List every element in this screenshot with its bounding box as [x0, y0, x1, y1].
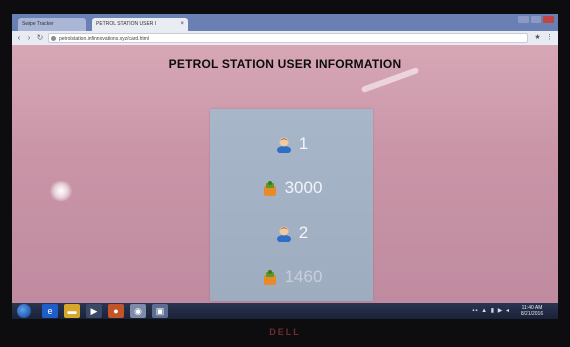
- internet-explorer-icon[interactable]: e: [42, 304, 58, 318]
- fuel-money-icon: [263, 270, 276, 285]
- page-title: PETROL STATION USER INFORMATION: [168, 57, 402, 71]
- file-explorer-icon[interactable]: ▬: [64, 304, 80, 318]
- user-icon: [276, 226, 291, 242]
- address-text: petrolstation.infinnovations.xyz/card.ht…: [59, 36, 150, 42]
- site-info-icon[interactable]: [51, 36, 56, 41]
- back-icon[interactable]: ‹: [14, 32, 24, 43]
- dell-logo: DELL: [269, 327, 301, 337]
- page-content: PETROL STATION USER INFORMATION 1 3000 2…: [12, 45, 558, 303]
- tab-label: PETROL STATION USER I: [96, 21, 157, 27]
- user-icon: [276, 137, 291, 153]
- menu-icon[interactable]: ⋮: [545, 33, 554, 42]
- user-info-card: 1 3000 2 1460: [210, 109, 373, 301]
- screen: Swipe Tracker PETROL STATION USER I × ‹ …: [12, 14, 558, 319]
- tab-swipe-tracker[interactable]: Swipe Tracker: [18, 18, 86, 31]
- browser-tab-bar: Swipe Tracker PETROL STATION USER I ×: [12, 14, 558, 31]
- taskbar-clock[interactable]: 11:40 AM 8/21/2016: [512, 305, 552, 317]
- taskbar: e ▬ ▶ ● ◉ ▣ ▪▪ ▲ ▮ ▶ ◂ 11:40 AM 8/21/201…: [12, 303, 558, 319]
- maximize-button[interactable]: [530, 16, 542, 23]
- tab-label: Swipe Tracker: [22, 21, 54, 27]
- firefox-icon[interactable]: ●: [108, 304, 124, 318]
- reload-icon[interactable]: ↻: [35, 32, 45, 43]
- info-row-user-1: 1: [210, 132, 373, 156]
- fuel-money-icon: [263, 181, 276, 196]
- balance-value: 1460: [284, 267, 323, 286]
- user-id-value: 2: [298, 223, 309, 242]
- tab-petrol-station[interactable]: PETROL STATION USER I ×: [92, 18, 188, 31]
- address-bar[interactable]: petrolstation.infinnovations.xyz/card.ht…: [48, 33, 528, 43]
- balance-value: 3000: [284, 178, 323, 197]
- clock-date: 8/21/2016: [520, 311, 544, 317]
- monitor-bezel: Swipe Tracker PETROL STATION USER I × ‹ …: [0, 0, 570, 347]
- tab-close-icon[interactable]: ×: [180, 18, 184, 31]
- system-tray-icons[interactable]: ▪▪ ▲ ▮ ▶ ◂: [472, 307, 510, 314]
- close-button[interactable]: [543, 16, 555, 23]
- window-controls: [518, 16, 555, 24]
- forward-icon[interactable]: ›: [24, 32, 34, 43]
- user-id-value: 1: [298, 134, 309, 153]
- screen-glare: [48, 181, 74, 201]
- start-button[interactable]: [17, 304, 31, 318]
- bookmark-star-icon[interactable]: ★: [533, 33, 542, 42]
- app-window-icon[interactable]: ▣: [152, 304, 168, 318]
- media-player-icon[interactable]: ▶: [86, 304, 102, 318]
- info-row-balance-2: 1460: [210, 265, 373, 289]
- chrome-icon[interactable]: ◉: [130, 304, 146, 318]
- minimize-button[interactable]: [518, 16, 529, 23]
- browser-toolbar: ‹ › ↻ petrolstation.infinnovations.xyz/c…: [12, 31, 558, 46]
- info-row-balance-1: 3000: [210, 176, 373, 200]
- info-row-user-2: 2: [210, 221, 373, 245]
